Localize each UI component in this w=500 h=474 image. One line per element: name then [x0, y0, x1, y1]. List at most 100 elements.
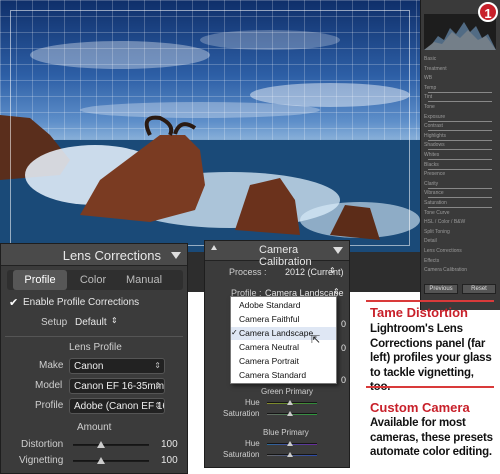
step-badge: 1 [478, 2, 498, 22]
check-icon[interactable]: ✔ [9, 296, 18, 309]
setup-dropdown-icon[interactable]: ⇕ [111, 316, 118, 325]
develop-row[interactable]: WB [424, 75, 496, 82]
camera-panel-header[interactable]: Camera Calibration [205, 241, 349, 268]
checkmark-icon: ✓ [231, 328, 238, 337]
green-saturation-thumb[interactable] [287, 411, 293, 416]
develop-slider[interactable] [428, 207, 492, 208]
select-arrow-icon: ⇕ [154, 401, 161, 410]
lens-panel-header[interactable]: Lens Corrections [1, 244, 187, 266]
process-label: Process : [229, 267, 267, 277]
tab-profile[interactable]: Profile [13, 270, 67, 290]
develop-row[interactable]: Blacks [424, 162, 496, 169]
develop-row[interactable]: Split Toning [424, 229, 496, 236]
develop-row[interactable]: Temp [424, 85, 496, 92]
setup-value[interactable]: Default [75, 317, 107, 328]
distortion-track[interactable] [73, 444, 149, 446]
lens-profile-heading: Lens Profile [69, 342, 122, 353]
develop-row[interactable]: Detail [424, 238, 496, 245]
menu-item-camera-portrait[interactable]: Camera Portrait [231, 355, 336, 368]
photo-preview[interactable] [0, 0, 420, 252]
profile-select[interactable]: Adobe (Canon EF 16...⇕ [69, 398, 165, 414]
develop-slider[interactable] [428, 91, 492, 93]
vignetting-track[interactable] [73, 460, 149, 462]
develop-row[interactable]: Camera Calibration [424, 267, 496, 274]
make-select[interactable]: Canon ⇕ [69, 358, 165, 374]
vignetting-label: Vignetting [19, 455, 64, 466]
heading-tame-distortion: Tame Distortion [370, 305, 468, 320]
process-dropdown-icon[interactable]: ⇕ [329, 266, 336, 275]
enable-profile-label[interactable]: Enable Profile Corrections [23, 297, 139, 308]
model-label: Model [35, 380, 63, 391]
menu-item-camera-landscape[interactable]: Camera Landscape [231, 327, 336, 340]
menu-item-label: Camera Landscape [239, 328, 314, 338]
expand-triangle-icon[interactable] [211, 245, 217, 250]
blue-saturation-label: Saturation [223, 450, 260, 459]
develop-slider[interactable] [428, 101, 492, 103]
develop-row[interactable]: Saturation [424, 200, 496, 207]
develop-row[interactable]: Shadows [424, 142, 496, 149]
develop-row[interactable]: Whites [424, 152, 496, 159]
menu-item-camera-neutral[interactable]: Camera Neutral [231, 341, 336, 354]
develop-row[interactable]: Tone Curve [424, 210, 496, 217]
vignetting-value[interactable]: 100 [161, 455, 178, 466]
develop-row[interactable]: Lens Corrections [424, 248, 496, 255]
green-hue-label: Hue [245, 398, 260, 407]
make-value: Canon [74, 361, 104, 372]
menu-item-camera-faithful[interactable]: Camera Faithful [231, 313, 336, 326]
develop-slider[interactable] [428, 168, 492, 170]
lens-panel-title: Lens Corrections [62, 248, 161, 263]
distortion-label: Distortion [21, 439, 64, 450]
green-primary-heading: Green Primary [261, 387, 314, 396]
develop-row[interactable]: Exposure [424, 114, 496, 121]
develop-row[interactable]: Basic [424, 56, 496, 63]
vignetting-thumb[interactable] [97, 457, 105, 464]
make-label: Make [39, 360, 64, 371]
develop-slider[interactable] [428, 149, 492, 151]
menu-item-adobe-standard[interactable]: Adobe Standard [231, 299, 336, 312]
model-value: Canon EF 16-35mm ... [74, 381, 165, 392]
divider [5, 336, 183, 337]
side-zero-1: 0 [341, 319, 347, 329]
previous-button[interactable]: Previous [424, 284, 458, 294]
select-arrow-icon: ⇕ [154, 381, 161, 390]
profile-value: Adobe (Canon EF 16... [74, 401, 164, 412]
develop-slider[interactable] [428, 120, 492, 122]
develop-slider[interactable] [428, 159, 492, 160]
crop-frame[interactable] [10, 10, 410, 246]
amount-heading: Amount [77, 422, 112, 433]
develop-row[interactable]: HSL / Color / B&W [424, 219, 496, 226]
develop-slider[interactable] [428, 130, 492, 132]
page: Basic Treatment WB Temp Tint Tone Exposure Cont… [0, 0, 500, 474]
side-zero-3: 0 [341, 375, 347, 385]
develop-row[interactable]: Treatment [424, 66, 496, 73]
tab-manual[interactable]: Manual [119, 270, 169, 290]
profile-dropdown-icon[interactable]: ⇕ [333, 287, 340, 296]
reset-button[interactable]: Reset [462, 284, 496, 294]
develop-row[interactable]: Effects [424, 258, 496, 265]
lens-corrections-panel: Lens Corrections Profile Color Manual ✔ … [0, 243, 188, 474]
develop-slider[interactable] [428, 139, 492, 141]
develop-row[interactable]: Clarity [424, 181, 496, 188]
distortion-value[interactable]: 100 [161, 439, 178, 450]
develop-row[interactable]: Presence [424, 171, 496, 178]
develop-slider[interactable] [428, 187, 492, 189]
blue-hue-thumb[interactable] [287, 441, 293, 446]
text-tame-distortion: Lightroom's Lens Corrections panel (far … [370, 323, 492, 393]
heading-custom-camera: Custom Camera [370, 400, 470, 415]
develop-row[interactable]: Tone [424, 104, 496, 111]
develop-row[interactable]: Tint [424, 94, 496, 101]
green-hue-thumb[interactable] [287, 400, 293, 405]
develop-slider[interactable] [428, 197, 492, 199]
blue-saturation-thumb[interactable] [287, 452, 293, 457]
menu-item-camera-standard[interactable]: Camera Standard [231, 369, 336, 382]
develop-row[interactable]: Highlights [424, 133, 496, 140]
collapse-triangle-icon[interactable] [171, 252, 181, 259]
develop-row[interactable]: Vibrance [424, 190, 496, 197]
distortion-thumb[interactable] [97, 441, 105, 448]
model-select[interactable]: Canon EF 16-35mm ...⇕ [69, 378, 165, 394]
blue-primary-heading: Blue Primary [263, 428, 309, 437]
tab-color[interactable]: Color [73, 270, 113, 290]
collapse-triangle-icon[interactable] [333, 247, 343, 254]
develop-row[interactable]: Contrast [424, 123, 496, 130]
profile-dropdown-menu: Adobe Standard Camera Faithful Camera La… [230, 296, 337, 384]
